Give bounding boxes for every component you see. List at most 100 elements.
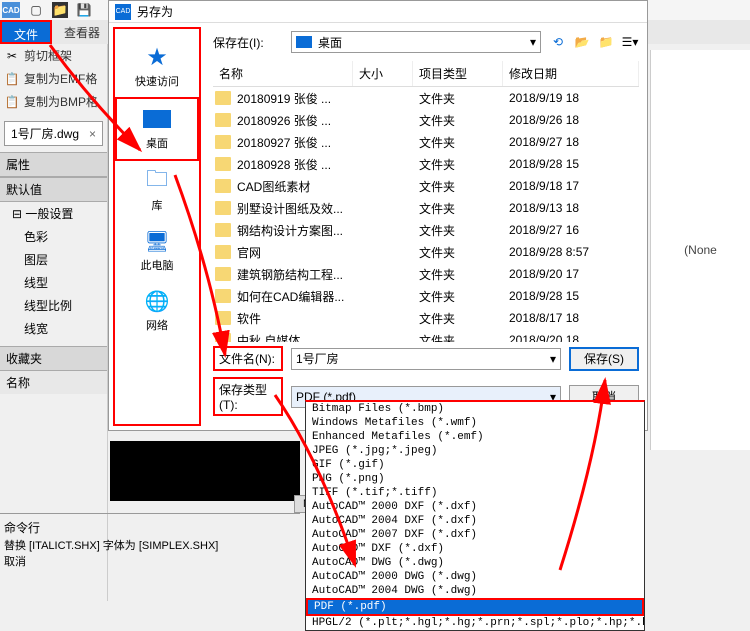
save-button[interactable]: 保存(S) [569,347,639,371]
sidebar-desktop[interactable]: 桌面 [115,97,199,161]
file-row[interactable]: 20180927 张俊 ... 文件夹 2018/9/27 18 [213,131,639,153]
file-row[interactable]: 20180919 张俊 ... 文件夹 2018/9/19 18 [213,87,639,109]
tree-layer[interactable]: 图层 [0,248,107,271]
dialog-titlebar: CAD 另存为 [109,1,647,23]
file-row[interactable]: 建筑钢筋结构工程... 文件夹 2018/9/20 17 [213,263,639,285]
file-date: 2018/8/17 18 [509,311,639,325]
type-option[interactable]: AutoCAD™ DWG (*.dwg) [306,556,644,570]
file-name: CAD图纸素材 [237,178,359,195]
library-icon: 🗀 [141,169,173,193]
attributes-header: 属性 [0,152,107,177]
file-type: 文件夹 [419,222,509,239]
type-option[interactable]: HPGL/2 (*.plt;*.hgl;*.hg;*.prn;*.spl;*.p… [306,616,644,630]
file-type: 文件夹 [419,266,509,283]
menu-copy-bmp[interactable]: 📋 复制为BMP格 [0,90,107,113]
folder-icon [215,311,231,325]
type-option[interactable]: JPEG (*.jpg;*.jpeg) [306,444,644,458]
menu-file[interactable]: 文件 [0,20,52,44]
type-option[interactable]: GIF (*.gif) [306,458,644,472]
menu-copy-emf[interactable]: 📋 复制为EMF格 [0,67,107,90]
type-option[interactable]: TIFF (*.tif;*.tiff) [306,486,644,500]
back-icon[interactable]: ⟲ [549,33,567,51]
filename-input[interactable]: 1号厂房 ▾ [291,348,561,370]
file-date: 2018/9/19 18 [509,91,639,105]
favorites-header: 收藏夹 [0,346,107,371]
star-icon: ★ [141,45,173,69]
tree-general[interactable]: ⊟ 一般设置 [0,202,107,225]
network-icon: 🌐 [141,289,173,313]
tree-color[interactable]: 色彩 [0,225,107,248]
file-row[interactable]: 20180926 张俊 ... 文件夹 2018/9/26 18 [213,109,639,131]
view-icon[interactable]: ☰▾ [621,33,639,51]
save-icon[interactable]: 💾 [76,2,92,18]
menu-crop-frame[interactable]: ✂ 剪切框架 [0,44,107,67]
type-option[interactable]: Bitmap Files (*.bmp) [306,402,644,416]
folder-icon [215,333,231,342]
type-option[interactable]: AutoCAD™ 2004 DWG (*.dwg) [306,584,644,598]
sidebar-library[interactable]: 🗀 库 [115,161,199,221]
save-in-dropdown[interactable]: 桌面 ▾ [291,31,541,53]
type-option[interactable]: AutoCAD™ 2000 DWG (*.dwg) [306,570,644,584]
file-row[interactable]: 如何在CAD编辑器... 文件夹 2018/9/28 15 [213,285,639,307]
file-row[interactable]: 别墅设计图纸及效... 文件夹 2018/9/13 18 [213,197,639,219]
new-folder-icon[interactable]: 📁 [597,33,615,51]
filetype-label: 保存类型(T): [213,377,283,416]
col-type-header[interactable]: 项目类型 [413,61,503,86]
col-name-header[interactable]: 名称 [213,61,353,86]
command-output-1: 替换 [ITALICT.SHX] 字体为 [SIMPLEX.SHX] [4,537,218,553]
file-type: 文件夹 [419,332,509,343]
dialog-icon: CAD [115,4,131,20]
file-date: 2018/9/20 18 [509,333,639,342]
file-row[interactable]: 钢结构设计方案图... 文件夹 2018/9/27 16 [213,219,639,241]
folder-icon [215,267,231,281]
file-row[interactable]: CAD图纸素材 文件夹 2018/9/18 17 [213,175,639,197]
new-icon[interactable]: ▢ [28,2,44,18]
file-date: 2018/9/20 17 [509,267,639,281]
type-option[interactable]: AutoCAD™ 2000 DXF (*.dxf) [306,500,644,514]
file-name: 20180926 张俊 ... [237,112,359,129]
folder-icon [215,179,231,193]
file-row[interactable]: 20180928 张俊 ... 文件夹 2018/9/28 15 [213,153,639,175]
file-date: 2018/9/26 18 [509,113,639,127]
drawing-canvas[interactable] [110,441,300,501]
tree-lineweight[interactable]: 线宽 [0,317,107,340]
tree-linetype[interactable]: 线型 [0,271,107,294]
file-date: 2018/9/28 15 [509,157,639,171]
folder-icon [215,201,231,215]
type-option[interactable]: Windows Metafiles (*.wmf) [306,416,644,430]
menu-viewer[interactable]: 查看器 [52,20,112,44]
sidebar-this-pc[interactable]: 🖥 此电脑 [115,221,199,281]
file-type: 文件夹 [419,156,509,173]
file-row[interactable]: 软件 文件夹 2018/8/17 18 [213,307,639,329]
file-name: 20180919 张俊 ... [237,90,359,107]
file-list: 名称 大小 项目类型 修改日期 20180919 张俊 ... 文件夹 2018… [213,61,639,342]
col-size-header[interactable]: 大小 [353,61,413,86]
file-type: 文件夹 [419,200,509,217]
app-icon: CAD [2,2,20,18]
type-option[interactable]: PNG (*.png) [306,472,644,486]
document-tab[interactable]: 1号厂房.dwg × [4,121,103,146]
open-icon[interactable]: 📁 [52,2,68,18]
file-row[interactable]: 中秋 自媒体 文件夹 2018/9/20 18 [213,329,639,342]
type-option[interactable]: Enhanced Metafiles (*.emf) [306,430,644,444]
up-icon[interactable]: 📂 [573,33,591,51]
chevron-down-icon: ▾ [550,352,556,366]
file-date: 2018/9/27 18 [509,135,639,149]
col-date-header[interactable]: 修改日期 [503,61,639,86]
crop-icon: ✂ [4,48,20,64]
close-icon[interactable]: × [89,127,96,141]
file-date: 2018/9/27 16 [509,223,639,237]
sidebar-quick-access[interactable]: ★ 快速访问 [115,37,199,97]
tree-ltscale[interactable]: 线型比例 [0,294,107,317]
file-row[interactable]: 官网 文件夹 2018/9/28 8:57 [213,241,639,263]
type-option[interactable]: AutoCAD™ 2004 DXF (*.dxf) [306,514,644,528]
desktop-mini-icon [296,36,312,48]
file-date: 2018/9/13 18 [509,201,639,215]
type-option[interactable]: AutoCAD™ 2007 DXF (*.dxf) [306,528,644,542]
desktop-icon [141,107,173,131]
filetype-dropdown-list[interactable]: Bitmap Files (*.bmp)Windows Metafiles (*… [305,400,645,631]
folder-icon [215,157,231,171]
type-option[interactable]: AutoCAD™ DXF (*.dxf) [306,542,644,556]
sidebar-network[interactable]: 🌐 网络 [115,281,199,341]
preview-panel: (None [650,50,750,450]
